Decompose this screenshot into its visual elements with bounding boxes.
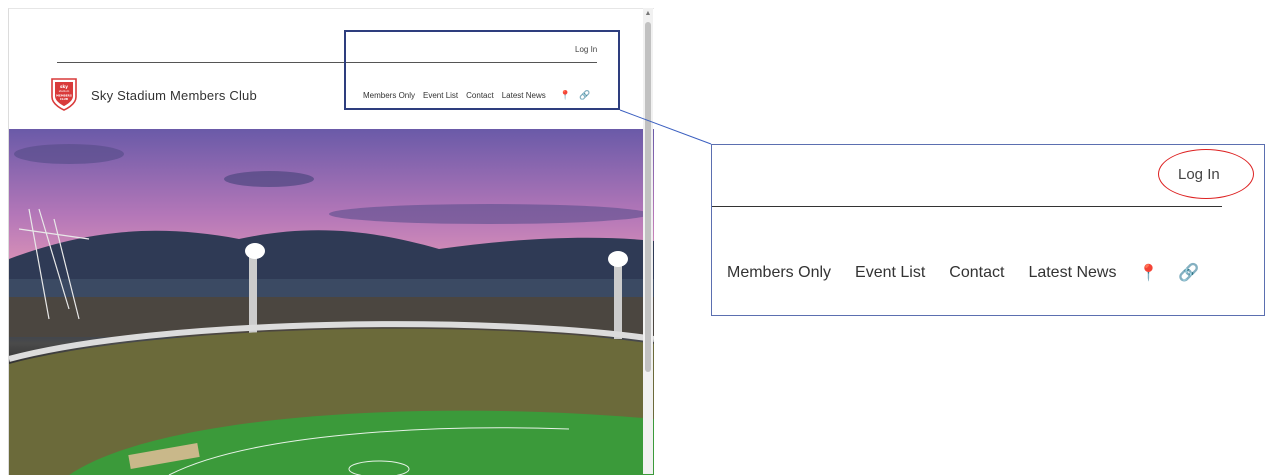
hero-stadium-image [9, 129, 654, 475]
scroll-up-arrow-icon[interactable]: ▲ [644, 10, 652, 18]
zoomed-link-icon[interactable]: 🔗 [1178, 263, 1199, 283]
callout-highlight-box [344, 30, 620, 110]
zoomed-header-panel: Log In Members Only Event List Contact L… [711, 144, 1265, 316]
logo-text-club: CLUB [60, 97, 68, 101]
zoomed-login-link[interactable]: Log In [1178, 166, 1220, 183]
zoomed-nav-contact[interactable]: Contact [949, 264, 1004, 282]
zoomed-nav-event-list[interactable]: Event List [855, 264, 925, 282]
cloud [329, 204, 649, 224]
hero-illustration [9, 144, 654, 475]
zoomed-main-nav: Members Only Event List Contact Latest N… [727, 263, 1200, 283]
logo-text-stadium: stadium [59, 89, 70, 93]
logo-text-sky: sky [60, 84, 68, 89]
cloud [224, 171, 314, 187]
floodlight-tower [249, 249, 257, 334]
floodlight [608, 251, 628, 267]
zoomed-map-pin-icon[interactable]: 📍 [1138, 263, 1158, 283]
zoomed-nav-latest-news[interactable]: Latest News [1028, 264, 1116, 282]
club-name[interactable]: Sky Stadium Members Club [91, 88, 257, 103]
floodlight [245, 243, 265, 259]
club-logo: sky stadium MEMBERS CLUB [51, 78, 77, 111]
zoomed-nav-members-only[interactable]: Members Only [727, 264, 831, 282]
zoomed-header-divider [712, 206, 1222, 207]
scroll-thumb[interactable] [645, 22, 651, 372]
vertical-scrollbar[interactable]: ▲ [643, 8, 653, 474]
cloud [14, 144, 124, 164]
